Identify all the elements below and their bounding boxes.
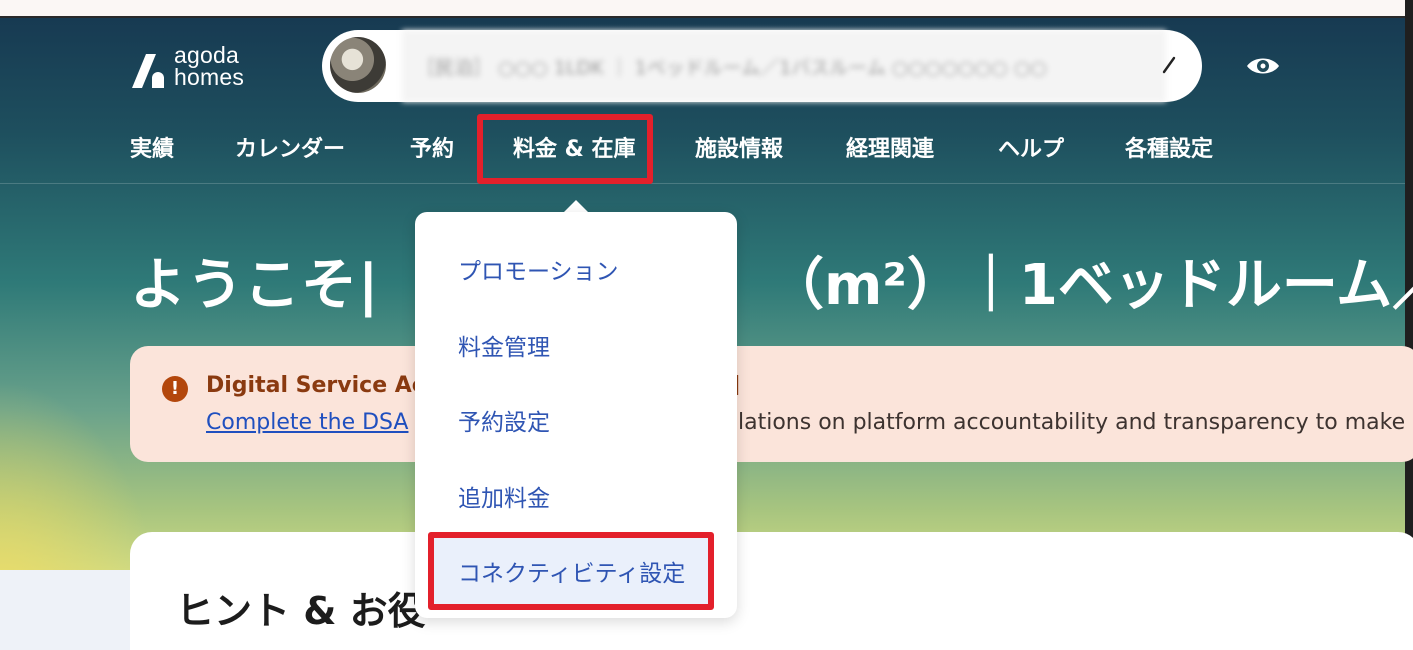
- logo-text-agoda: agoda: [174, 42, 239, 68]
- property-selector[interactable]: ［民泊］ ○○○ 1LDK ｜ 1ベッドルーム／1バスルーム ○○○○○○○ ○…: [322, 30, 1202, 102]
- nav-item-settings[interactable]: 各種設定: [1125, 133, 1213, 167]
- logo-text-homes: homes: [174, 64, 245, 90]
- window-top-strip: [0, 0, 1413, 18]
- nav-item-reservations[interactable]: 予約: [410, 133, 454, 167]
- menu-item-connectivity-settings[interactable]: コネクティビティ設定: [458, 554, 685, 588]
- welcome-heading-property: （m²）｜1ベッドルーム／1/: [768, 253, 1413, 318]
- menu-item-booking-settings[interactable]: 予約設定: [458, 403, 550, 437]
- app-window: agoda homes ［民泊］ ○○○ 1LDK ｜ 1ベッドルーム／1バスル…: [0, 0, 1413, 650]
- tips-card-title: ヒント & お役: [176, 589, 426, 633]
- nav-item-calendar[interactable]: カレンダー: [235, 133, 345, 167]
- menu-item-promotions[interactable]: プロモーション: [458, 252, 619, 286]
- nav-item-finance[interactable]: 経理関連: [846, 133, 934, 167]
- nav-item-performance[interactable]: 実績: [130, 133, 174, 167]
- nav-item-property-info[interactable]: 施設情報: [695, 133, 783, 167]
- header-divider: [0, 183, 1405, 184]
- logo-text: agoda homes: [174, 42, 245, 90]
- property-thumbnail: [330, 37, 386, 93]
- warning-icon: !: [162, 376, 188, 402]
- tips-card: ヒント & お役: [130, 532, 1413, 650]
- welcome-heading: ようこそ|: [130, 253, 380, 318]
- alert-link[interactable]: Complete the DSA: [206, 410, 408, 435]
- page-left-panel: [0, 570, 130, 650]
- eye-icon[interactable]: [1244, 52, 1282, 80]
- dropdown-chevron-icon[interactable]: [1162, 54, 1176, 74]
- nav-item-help[interactable]: ヘルプ: [998, 133, 1064, 167]
- alert-body: lations on platform accountability and t…: [738, 410, 1406, 435]
- property-name-blurred: ［民泊］ ○○○ 1LDK ｜ 1ベッドルーム／1バスルーム ○○○○○○○ ○…: [402, 30, 1166, 102]
- menu-item-rate-management[interactable]: 料金管理: [458, 328, 550, 362]
- menu-item-extra-charges[interactable]: 追加料金: [458, 479, 550, 513]
- nav-highlight-box: [477, 114, 653, 184]
- agoda-homes-logo[interactable]: agoda homes: [130, 44, 244, 90]
- agoda-logo-icon: [132, 54, 164, 88]
- alert-title: Digital Service Act: [206, 373, 436, 398]
- dsa-alert-banner: ! Digital Service Act ] Complete the DSA…: [130, 346, 1413, 462]
